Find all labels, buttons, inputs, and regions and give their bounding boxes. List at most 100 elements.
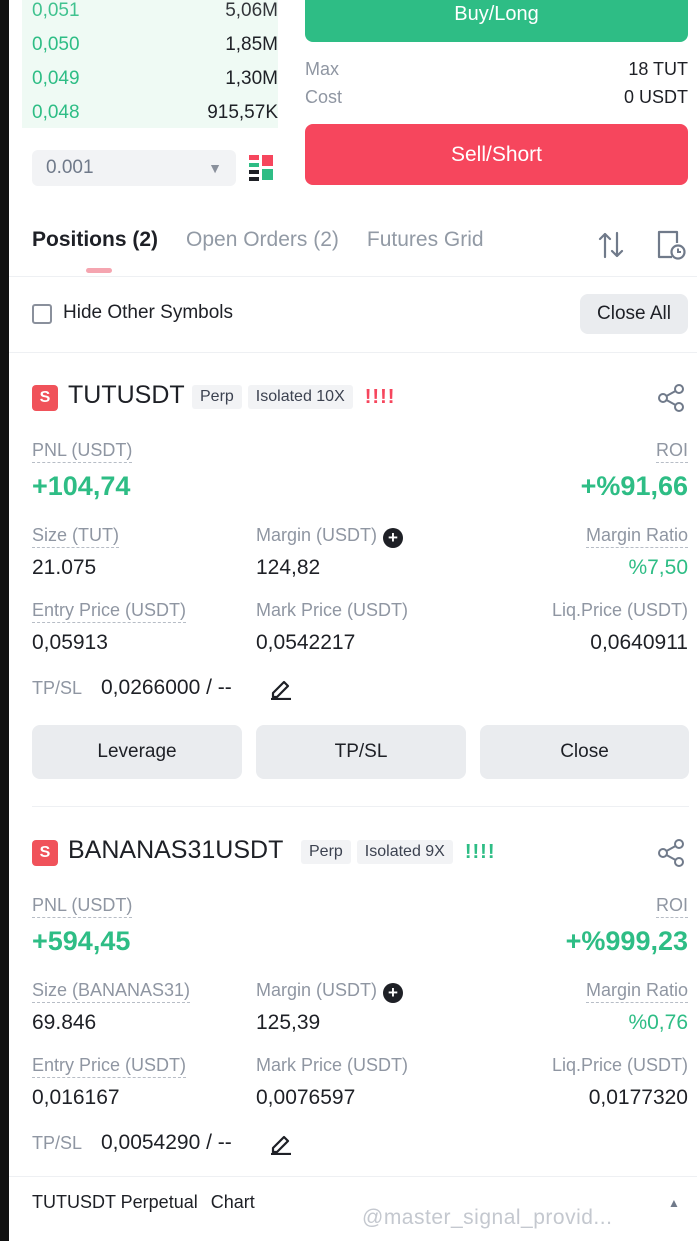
liq-price-value: 0,0640911 <box>590 631 688 654</box>
position-tags: Perp Isolated 10X !!!! <box>192 385 395 409</box>
leverage-button[interactable]: Leverage <box>32 725 242 779</box>
entry-price-value: 0,016167 <box>32 1086 120 1109</box>
tab-futures-grid[interactable]: Futures Grid <box>367 228 484 264</box>
pnl-value: +594,45 <box>32 926 131 956</box>
mark-price-label: Mark Price (USDT) <box>256 1055 408 1075</box>
margin-mode-tag[interactable]: Isolated 10X <box>247 385 353 409</box>
entry-price-label[interactable]: Entry Price (USDT) <box>32 1055 187 1078</box>
tpsl-label: TP/SL <box>32 678 83 698</box>
order-qty: 5,06M <box>225 0 278 21</box>
tab-positions[interactable]: Positions (2) <box>32 228 158 264</box>
contract-type-tag: Perp <box>192 385 242 409</box>
order-price: 0,050 <box>32 34 80 55</box>
roi-value: +%999,23 <box>565 926 688 956</box>
roi-label[interactable]: ROI <box>655 440 688 463</box>
pnl-label[interactable]: PNL (USDT) <box>32 440 133 463</box>
cost-label: Cost <box>305 87 343 107</box>
tab-open-orders[interactable]: Open Orders (2) <box>186 228 339 264</box>
order-history-icon[interactable] <box>656 229 686 261</box>
order-qty: 1,30M <box>225 68 278 89</box>
margin-mode-tag[interactable]: Isolated 9X <box>356 840 453 864</box>
entry-price-value: 0,05913 <box>32 631 108 654</box>
footer-chart-label: Chart <box>210 1192 255 1212</box>
position-card: S TUTUSDT Perp Isolated 10X !!!! PNL (US… <box>0 381 697 805</box>
margin-label: Margin (USDT) <box>256 980 378 1000</box>
max-value: 18 TUT <box>628 59 688 79</box>
tpsl-value: 0,0054290 / -- <box>101 1131 232 1154</box>
roi-value: +%91,66 <box>580 471 688 501</box>
position-symbol[interactable]: TUTUSDT <box>68 381 185 410</box>
close-position-button[interactable]: Close <box>480 725 689 779</box>
footer-symbol: TUTUSDT Perpetual <box>32 1192 198 1212</box>
size-label[interactable]: Size (TUT) <box>32 525 119 548</box>
liq-price-label: Liq.Price (USDT) <box>551 600 688 620</box>
hide-other-symbols-label[interactable]: Hide Other Symbols <box>63 302 233 324</box>
roi-label[interactable]: ROI <box>655 895 688 918</box>
risk-level-indicator: !!!! <box>464 840 496 863</box>
position-card: S BANANAS31USDT Perp Isolated 9X !!!! PN… <box>0 836 697 1241</box>
risk-level-indicator: !!!! <box>364 385 396 408</box>
margin-label: Margin (USDT) <box>256 525 378 545</box>
margin-ratio-value: %7,50 <box>628 556 688 579</box>
tpsl-button[interactable]: TP/SL <box>256 725 466 779</box>
order-book-row[interactable]: 0,049 1,30M <box>32 62 278 96</box>
order-price: 0,049 <box>32 68 80 89</box>
size-value: 21.075 <box>32 556 97 579</box>
screen: 0,051 5,06M 0,050 1,85M 0,049 1,30M 0,04… <box>0 0 697 1241</box>
position-symbol[interactable]: BANANAS31USDT <box>68 836 283 865</box>
add-margin-icon[interactable]: + <box>383 983 404 1003</box>
sort-icon[interactable] <box>597 230 625 260</box>
liq-price-value: 0,0177320 <box>588 1086 688 1109</box>
order-book-row[interactable]: 0,048 915,57K <box>32 96 278 130</box>
divider <box>32 806 689 807</box>
contract-type-tag: Perp <box>301 840 351 864</box>
entry-price-label[interactable]: Entry Price (USDT) <box>32 600 187 623</box>
share-icon[interactable] <box>656 838 686 868</box>
margin-value: 125,39 <box>256 1011 321 1034</box>
size-value: 69.846 <box>32 1011 97 1034</box>
order-book-layout-icon[interactable] <box>249 154 275 182</box>
close-all-button[interactable]: Close All <box>580 294 688 334</box>
divider <box>9 1176 697 1177</box>
position-tabs: Positions (2) Open Orders (2) Futures Gr… <box>32 228 484 264</box>
add-margin-icon[interactable]: + <box>383 528 404 548</box>
chevron-up-icon[interactable]: ▲ <box>668 1196 680 1210</box>
margin-ratio-label[interactable]: Margin Ratio <box>585 980 688 1003</box>
order-qty: 1,85M <box>225 34 278 55</box>
precision-select[interactable]: 0.001 ▼ <box>32 150 236 186</box>
max-row: Max 18 TUT <box>305 59 688 80</box>
cost-value: 0 USDT <box>623 87 688 107</box>
hide-other-symbols-checkbox[interactable] <box>32 304 52 324</box>
share-icon[interactable] <box>656 383 686 413</box>
position-tags: Perp Isolated 9X !!!! <box>301 840 496 864</box>
cost-row: Cost 0 USDT <box>305 87 688 108</box>
margin-label-group: Margin (USDT) + <box>256 980 404 1003</box>
active-tab-indicator <box>86 268 112 273</box>
tpsl-label: TP/SL <box>32 1133 83 1153</box>
divider <box>9 352 697 353</box>
size-label[interactable]: Size (BANANAS31) <box>32 980 191 1003</box>
buy-long-button[interactable]: Buy/Long <box>305 0 688 42</box>
margin-ratio-label[interactable]: Margin Ratio <box>585 525 688 548</box>
chevron-down-icon: ▼ <box>208 160 222 176</box>
pnl-label[interactable]: PNL (USDT) <box>32 895 133 918</box>
liq-price-label: Liq.Price (USDT) <box>551 1055 688 1075</box>
sell-short-button[interactable]: Sell/Short <box>305 124 688 185</box>
margin-value: 124,82 <box>256 556 321 579</box>
order-book-row[interactable]: 0,050 1,85M <box>32 28 278 62</box>
tpsl-value: 0,0266000 / -- <box>101 676 232 699</box>
order-book-row[interactable]: 0,051 5,06M <box>32 0 278 28</box>
pnl-value: +104,74 <box>32 471 131 501</box>
edit-icon[interactable] <box>269 1131 293 1155</box>
edit-icon[interactable] <box>269 676 293 700</box>
mark-price-label: Mark Price (USDT) <box>256 600 408 620</box>
precision-value: 0.001 <box>46 157 94 178</box>
watermark: @master_signal_provid... <box>362 1206 613 1229</box>
short-badge: S <box>32 840 58 866</box>
margin-ratio-value: %0,76 <box>628 1011 688 1034</box>
chart-bar[interactable]: TUTUSDT Perpetual Chart <box>32 1192 255 1213</box>
max-label: Max <box>305 59 340 79</box>
divider <box>9 276 697 277</box>
order-price: 0,048 <box>32 102 80 123</box>
margin-label-group: Margin (USDT) + <box>256 525 404 548</box>
